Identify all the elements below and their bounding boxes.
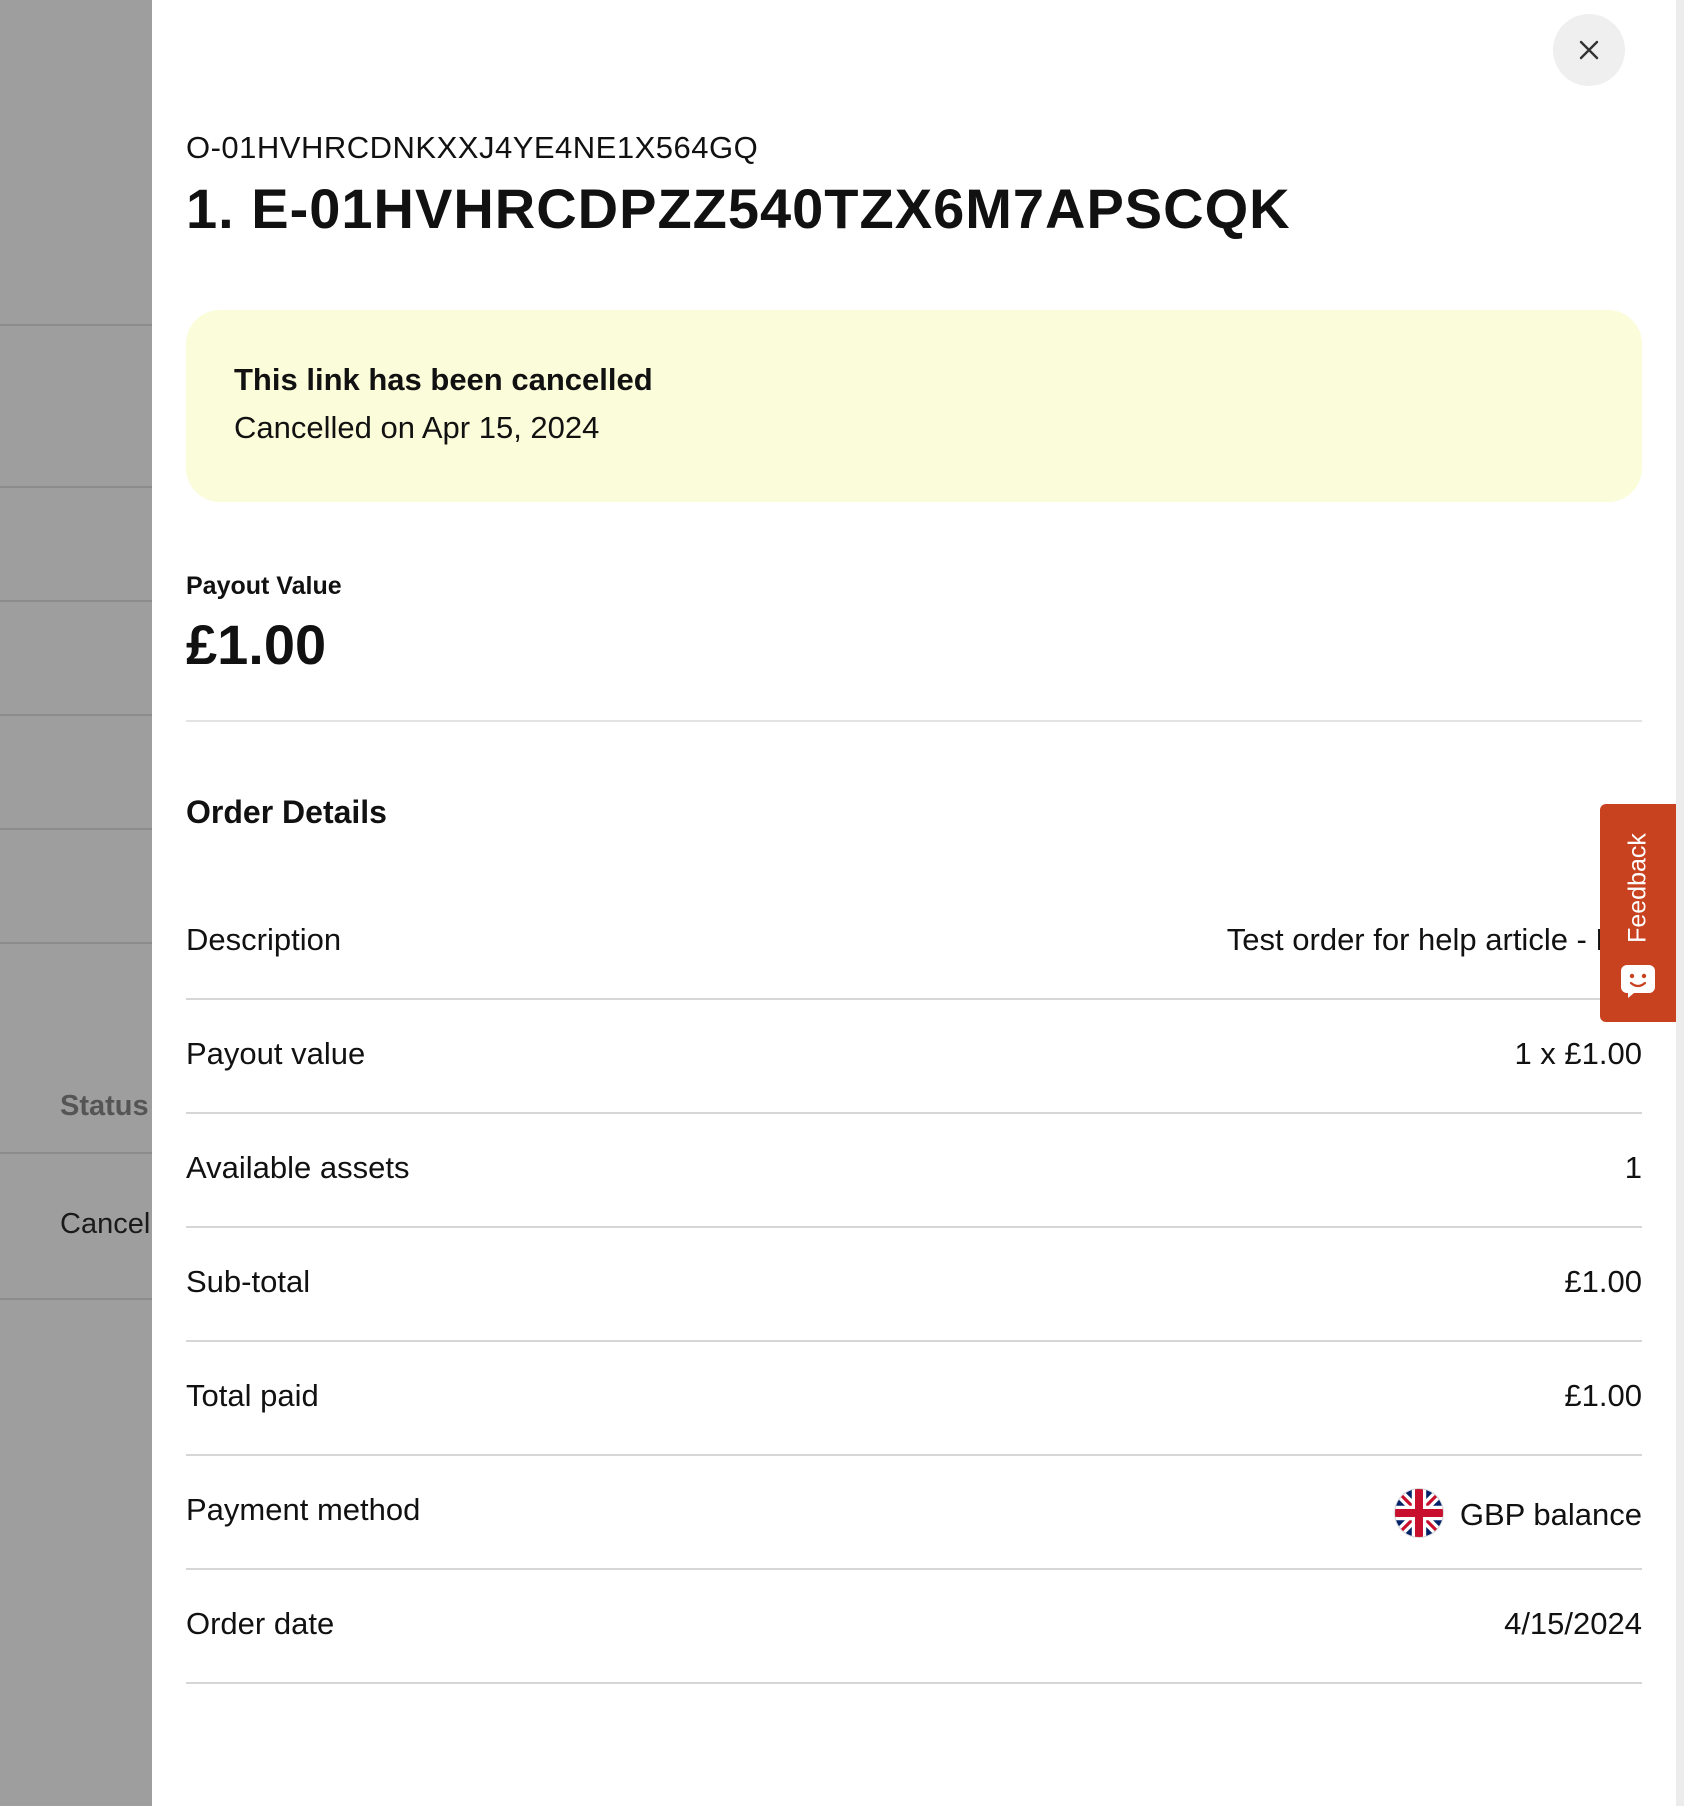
chat-smile-icon <box>1621 965 1655 998</box>
divider <box>0 486 152 488</box>
notice-title: This link has been cancelled <box>234 362 653 397</box>
page-title: 1. E-01HVHRCDPZZ540TZX6M7APSCQK <box>186 177 1291 240</box>
detail-value: 4/15/2024 <box>1504 1606 1642 1641</box>
divider <box>0 324 152 326</box>
close-icon <box>1579 40 1599 60</box>
feedback-label: Feedback <box>1623 833 1652 943</box>
detail-row-sub-total: Sub-total £1.00 <box>186 1226 1642 1342</box>
detail-row-payment-method: Payment method GBP balance <box>186 1454 1642 1570</box>
status-column-header: Status <box>60 1090 149 1122</box>
scrollbar-track[interactable] <box>1676 0 1684 1806</box>
divider <box>0 942 152 944</box>
detail-row-available-assets: Available assets 1 <box>186 1112 1642 1228</box>
divider <box>0 1298 152 1300</box>
detail-label: Payout value <box>186 1036 366 1071</box>
detail-label: Order date <box>186 1606 335 1641</box>
payout-value-label: Payout Value <box>186 572 342 600</box>
divider <box>0 714 152 716</box>
detail-row-payout-value: Payout value 1 x £1.00 <box>186 998 1642 1114</box>
detail-value: 1 x £1.00 <box>1514 1036 1642 1071</box>
detail-value-wrap: GBP balance <box>1393 1488 1642 1538</box>
detail-label: Description <box>186 922 342 957</box>
detail-label: Payment method <box>186 1492 421 1527</box>
uk-flag-icon <box>1393 1488 1444 1538</box>
detail-value: Test order for help article - MA <box>1226 922 1642 957</box>
close-button[interactable] <box>1553 14 1625 86</box>
notice-subtitle: Cancelled on Apr 15, 2024 <box>234 410 600 445</box>
detail-label: Sub-total <box>186 1264 311 1299</box>
detail-value: £1.00 <box>1564 1264 1642 1299</box>
payout-value-amount: £1.00 <box>186 613 327 676</box>
order-details-title: Order Details <box>186 794 387 830</box>
detail-value: £1.00 <box>1564 1378 1642 1413</box>
detail-value: 1 <box>1624 1150 1642 1185</box>
background-overlay[interactable]: Status Cancel <box>0 0 152 1806</box>
status-cell: Cancel <box>60 1208 151 1240</box>
detail-label: Available assets <box>186 1150 410 1185</box>
detail-row-order-date: Order date 4/15/2024 <box>186 1568 1642 1684</box>
detail-value: GBP balance <box>1459 1497 1642 1532</box>
divider <box>0 1152 152 1154</box>
divider <box>0 828 152 830</box>
detail-row-description: Description Test order for help article … <box>186 884 1642 1000</box>
feedback-button[interactable]: Feedback <box>1600 804 1676 1022</box>
section-divider <box>186 720 1642 722</box>
order-id: O-01HVHRCDNKXXJ4YE4NE1X564GQ <box>186 130 759 165</box>
cancelled-notice: This link has been cancelled Cancelled o… <box>186 310 1642 502</box>
detail-row-total-paid: Total paid £1.00 <box>186 1340 1642 1456</box>
detail-label: Total paid <box>186 1378 319 1413</box>
divider <box>0 600 152 602</box>
